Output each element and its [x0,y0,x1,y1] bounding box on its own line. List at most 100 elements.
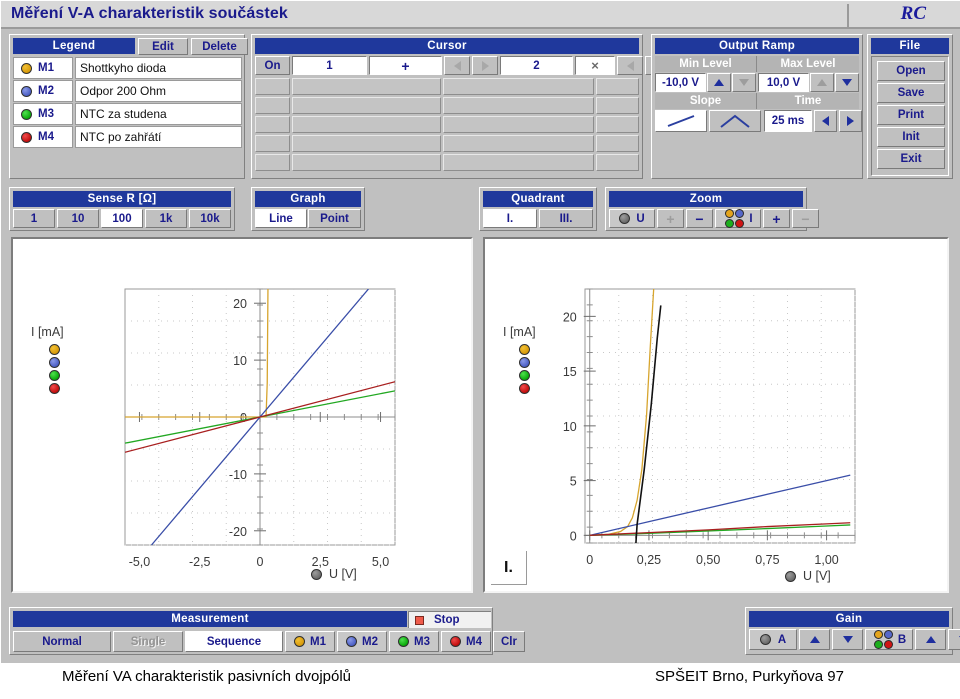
sense-r-option-1k[interactable]: 1k [145,209,187,228]
trace-label: M4 [466,635,482,648]
time-value[interactable]: 25 ms [764,110,812,132]
quadrant-option-1[interactable]: I. [483,209,537,228]
max-level-value[interactable]: 10,0 V [758,73,809,92]
trace-colors-icon [873,630,893,649]
legend-panel: Legend Edit Delete M1 Shottkyho dioda M2… [9,34,248,179]
cursor-on-button[interactable]: On [255,56,290,75]
legend-tag-label: M2 [38,85,54,97]
series-m1 [589,289,655,536]
zoom-u-selector[interactable]: U [609,209,655,228]
zoom-i-minus-button[interactable]: − [792,209,819,228]
max-level-down-button[interactable] [835,73,859,92]
trace-dot-m3-icon [398,636,409,647]
title-bar: Měření V-A charakteristik součástek RC [1,1,960,29]
cursor-2-value[interactable]: 2 [500,56,573,75]
arrow-down-icon [842,79,852,86]
zoom-i-selector[interactable]: I [715,209,761,228]
y-tick-label: 5 [570,475,577,489]
cursor-2-prev-button[interactable] [617,56,643,75]
sense-r-option-100[interactable]: 100 [101,209,143,228]
x-tick-label: -5,0 [129,555,151,569]
sense-r-option-10[interactable]: 10 [57,209,99,228]
arrow-down-icon [739,79,749,86]
cursor-readout-cell [292,78,441,95]
time-label: Time [757,93,859,109]
zoom-u-plus-button[interactable]: + [657,209,684,228]
file-open-button[interactable]: Open [877,61,945,81]
measurement-status-label: Stop [434,614,460,626]
gain-b-up-button[interactable] [915,629,946,650]
legend-name-field[interactable]: Shottkyho dioda [75,57,242,79]
cursor-readout-cell [443,154,594,171]
measurement-trace-m4[interactable]: M4 [441,631,491,652]
legend-row[interactable]: M3 NTC za studena [13,103,242,125]
max-level-up-button[interactable] [810,73,834,92]
zoom-i-plus-button[interactable]: + [763,209,790,228]
cursor-readout-cell [596,116,639,133]
output-ramp-header: Output Ramp [655,38,859,54]
zoom-u-minus-button[interactable]: − [686,209,713,228]
measurement-mode-sequence[interactable]: Sequence [185,631,283,652]
cursor-1-next-button[interactable] [472,56,498,75]
caption-left: Měření VA charakteristik pasivních dvojp… [62,668,352,685]
gain-a-down-button[interactable] [832,629,863,650]
legend-name-field[interactable]: NTC za studena [75,103,242,125]
legend-row[interactable]: M4 NTC po zahřátí [13,126,242,148]
ramp-line-icon [667,115,695,127]
measurement-trace-m1[interactable]: M1 [285,631,335,652]
measurement-mode-normal[interactable]: Normal [13,631,111,652]
quadrant-option-3[interactable]: III. [539,209,593,228]
legend-row[interactable]: M2 Odpor 200 Ohm [13,80,242,102]
gain-b-selector[interactable]: B [865,629,913,650]
chart-left[interactable]: I [mA] -5,0 -2,5 0 2,5 5,0 -20 -10 0 10 20 U [V] [11,237,473,593]
measurement-trace-m3[interactable]: M3 [389,631,439,652]
gain-a-selector[interactable]: A [749,629,797,650]
caption-right: SPŠEIT Brno, Purkyňova 97 [655,668,844,685]
cursor-header: Cursor [255,38,639,54]
chart-right[interactable]: I [mA] 0 0,25 0,50 0,75 1,00 0 5 10 15 20 I. U [V… [483,237,949,593]
min-level-up-button[interactable] [707,73,731,92]
legend-edit-button[interactable]: Edit [138,38,188,55]
file-print-button[interactable]: Print [877,105,945,125]
slope-ramp-button[interactable] [655,110,707,132]
sense-r-option-10k[interactable]: 10k [189,209,231,228]
legend-name-field[interactable]: NTC po zahřátí [75,126,242,148]
chart-left-xlabel-group: U [V] [311,567,357,581]
cursor-1-value[interactable]: 1 [292,56,367,75]
time-increase-button[interactable] [839,110,862,132]
min-level-down-button[interactable] [732,73,756,92]
gain-b-down-button[interactable] [948,629,960,650]
legend-tag: M4 [13,126,73,148]
time-decrease-button[interactable] [814,110,837,132]
graph-mode-point[interactable]: Point [308,209,361,228]
cursor-1-prev-button[interactable] [444,56,470,75]
cursor-readout-row [255,154,639,171]
x-tick-label: 1,00 [814,553,838,567]
measurement-trace-m2[interactable]: M2 [337,631,387,652]
cursor-readout-cell [292,154,441,171]
chart-left-plot: -5,0 -2,5 0 2,5 5,0-20-1001020 [124,288,396,569]
legend-name-field[interactable]: Odpor 200 Ohm [75,80,242,102]
legend-delete-button[interactable]: Delete [191,38,248,55]
sense-r-option-1[interactable]: 1 [13,209,55,228]
y-tick-label: 10 [233,354,247,368]
chart-right-xlabel-group: U [V] [785,569,831,583]
min-level-value[interactable]: -10,0 V [655,73,706,92]
x-tick-label: -2,5 [189,555,211,569]
quadrant-panel: Quadrant I. III. [479,187,597,231]
legend-toolbar: Legend Edit Delete [13,38,248,55]
file-save-button[interactable]: Save [877,83,945,103]
file-exit-button[interactable]: Exit [877,149,945,169]
file-init-button[interactable]: Init [877,127,945,147]
legend-tag-label: M3 [38,108,54,120]
gain-panel: Gain A B [745,607,960,655]
graph-mode-line[interactable]: Line [255,209,307,228]
gain-a-up-button[interactable] [799,629,830,650]
cursor-readout-cell [255,116,290,133]
slope-triangle-button[interactable] [709,110,761,132]
cursor-readout-row [255,97,639,114]
trace-colors-icon [725,209,745,228]
cursor-readout-cell [443,116,594,133]
legend-row[interactable]: M1 Shottkyho dioda [13,57,242,79]
measurement-clear-button[interactable]: Clr [493,631,525,652]
